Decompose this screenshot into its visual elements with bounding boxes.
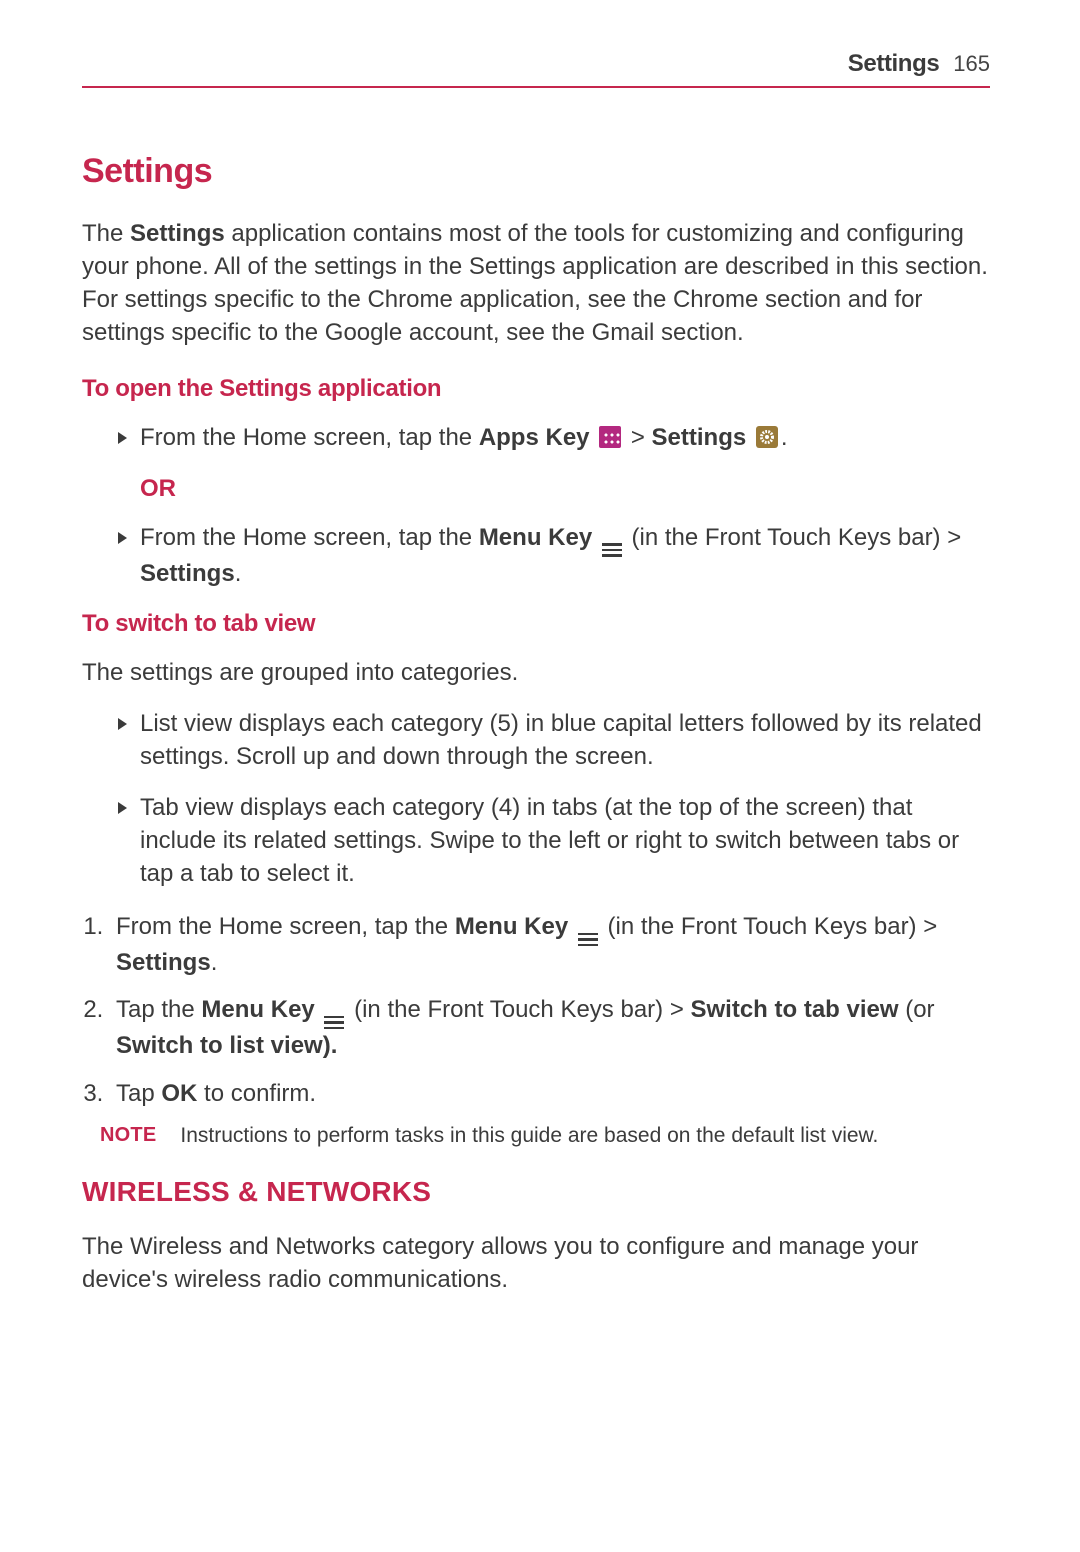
switch-to-list-label: Switch to list view).: [116, 1032, 337, 1059]
text: From the Home screen, tap the: [140, 424, 479, 451]
intro-bold-settings: Settings: [130, 220, 225, 247]
page-title: Settings: [82, 152, 990, 191]
subheading-switch-tab: To switch to tab view: [82, 610, 990, 638]
menu-key-label: Menu Key: [479, 524, 592, 551]
switch-bullet-list: List view displays each category (5) in …: [82, 707, 990, 891]
menu-key-label: Menu Key: [455, 913, 568, 940]
settings-label: Settings: [652, 424, 747, 451]
wireless-networks-heading: WIRELESS & NETWORKS: [82, 1176, 990, 1208]
settings-gear-icon: [756, 426, 778, 448]
text: From the Home screen, tap the: [116, 913, 455, 940]
text: Tab view displays each category (4) in t…: [140, 794, 959, 887]
text: .: [235, 560, 242, 587]
apps-key-label: Apps Key: [479, 424, 590, 451]
switch-lead-paragraph: The settings are grouped into categories…: [82, 656, 990, 689]
bullet-triangle-icon: [118, 432, 127, 444]
text: From the Home screen, tap the: [140, 524, 479, 551]
text: (in the Front Touch Keys bar) >: [608, 913, 938, 940]
text: List view displays each category (5) in …: [140, 710, 982, 770]
wireless-networks-body: The Wireless and Networks category allow…: [82, 1230, 990, 1296]
open-settings-item-1: From the Home screen, tap the Apps Key >…: [118, 421, 990, 454]
text: >: [624, 424, 651, 451]
text: (in the Front Touch Keys bar) >: [354, 996, 690, 1023]
note-label: NOTE: [100, 1124, 156, 1147]
or-separator: OR: [140, 475, 990, 503]
subheading-open-settings: To open the Settings application: [82, 375, 990, 403]
open-settings-list-2: From the Home screen, tap the Menu Key (…: [82, 521, 990, 590]
bullet-triangle-icon: [118, 718, 127, 730]
page: Settings 165 Settings The Settings appli…: [0, 0, 1080, 1552]
open-settings-list: From the Home screen, tap the Apps Key >…: [82, 421, 990, 454]
intro-paragraph: The Settings application contains most o…: [82, 217, 990, 349]
apps-key-icon: [599, 426, 621, 448]
text: .: [211, 949, 218, 976]
header-section-title: Settings: [848, 50, 939, 78]
menu-key-label: Menu Key: [201, 996, 314, 1023]
switch-bullet-1: List view displays each category (5) in …: [118, 707, 990, 773]
page-header: Settings 165: [82, 50, 990, 88]
menu-key-icon: [602, 543, 622, 557]
text: .: [781, 424, 788, 451]
bullet-triangle-icon: [118, 802, 127, 814]
note-text: Instructions to perform tasks in this gu…: [180, 1124, 878, 1148]
settings-label: Settings: [140, 560, 235, 587]
menu-key-icon: [324, 1016, 344, 1030]
settings-label: Settings: [116, 949, 211, 976]
intro-prefix: The: [82, 220, 130, 247]
ok-label: OK: [161, 1080, 197, 1107]
note: NOTE Instructions to perform tasks in th…: [100, 1124, 990, 1148]
step-2: Tap the Menu Key (in the Front Touch Key…: [110, 993, 990, 1062]
header-page-number: 165: [953, 51, 990, 77]
step-3: Tap OK to confirm.: [110, 1077, 990, 1110]
text: Tap: [116, 1080, 161, 1107]
switch-steps: From the Home screen, tap the Menu Key (…: [82, 910, 990, 1109]
bullet-triangle-icon: [118, 532, 127, 544]
text: to confirm.: [197, 1080, 316, 1107]
switch-to-tab-label: Switch to tab view: [691, 996, 899, 1023]
switch-bullet-2: Tab view displays each category (4) in t…: [118, 791, 990, 890]
open-settings-item-2: From the Home screen, tap the Menu Key (…: [118, 521, 990, 590]
menu-key-icon: [578, 933, 598, 947]
step-1: From the Home screen, tap the Menu Key (…: [110, 910, 990, 979]
text: Tap the: [116, 996, 201, 1023]
text: (or: [899, 996, 935, 1023]
text: (in the Front Touch Keys bar) >: [632, 524, 962, 551]
